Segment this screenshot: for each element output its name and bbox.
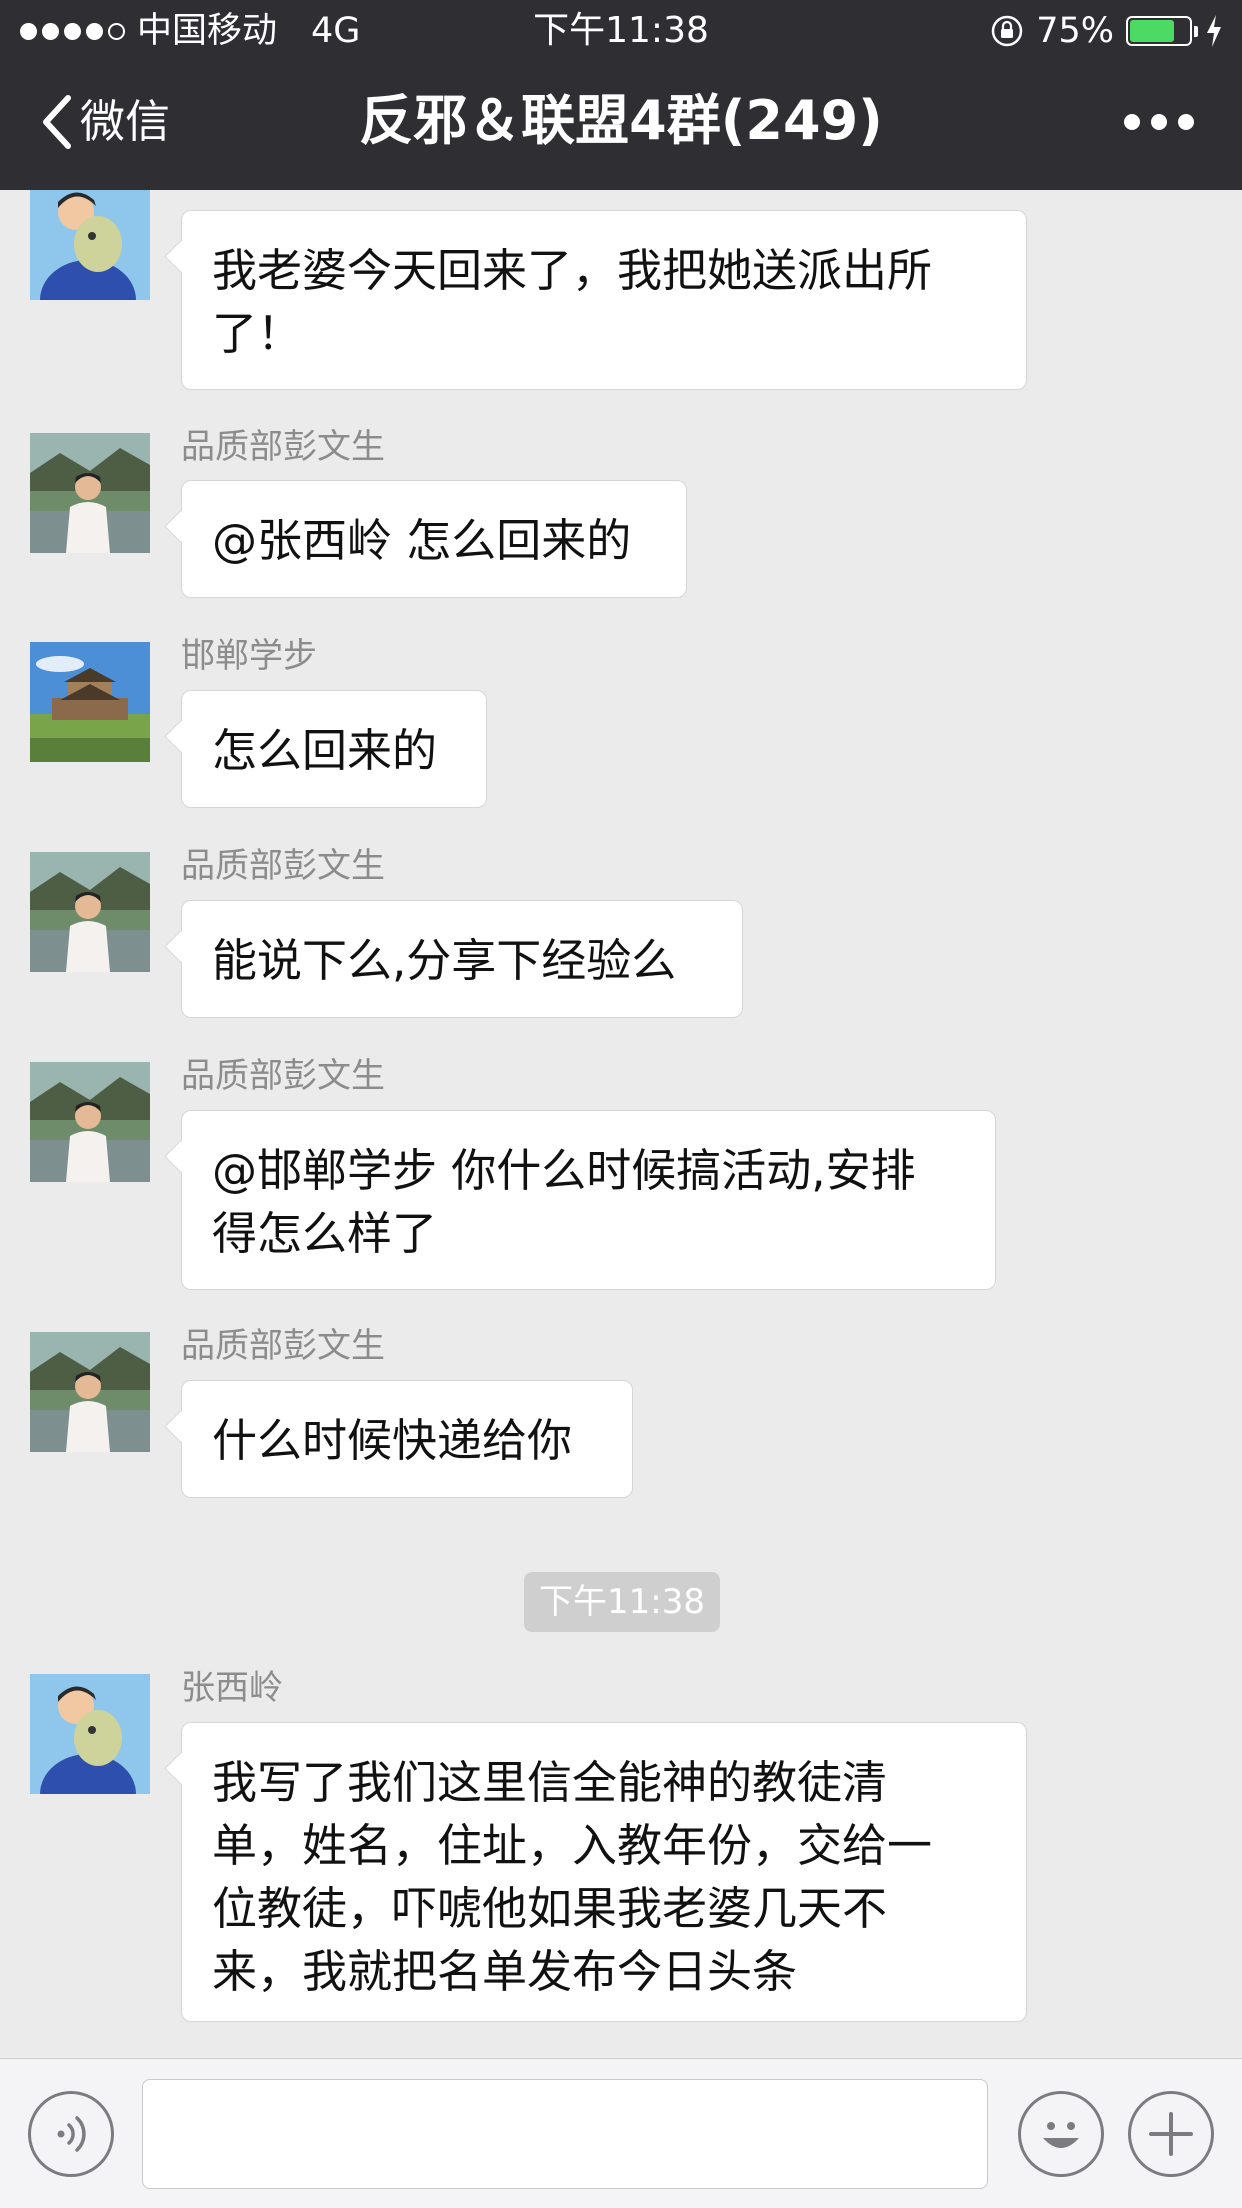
sender-name: 品质部彭文生 <box>181 846 385 886</box>
status-right: 75% <box>990 8 1224 54</box>
message-bubble[interactable]: 能说下么,分享下经验么 <box>181 900 743 1018</box>
message-bubble[interactable]: @张西岭 怎么回来的 <box>181 480 687 598</box>
timestamp-divider: 下午11:38 <box>524 1572 720 1632</box>
message-text-line: 我写了我们这里信全能神的教徒清 <box>212 1756 888 1809</box>
voice-icon <box>57 2116 86 2152</box>
plus-icon <box>1149 2112 1193 2156</box>
status-bar: 中国移动 4G 下午11:38 75% <box>0 0 1242 62</box>
message-text-line: 位教徒，吓唬他如果我老婆几天不 <box>212 1882 888 1935</box>
message-bubble[interactable]: @邯郸学步 你什么时候搞活动,安排 得怎么样了 <box>181 1110 996 1290</box>
sender-name: 品质部彭文生 <box>181 427 385 467</box>
rotation-lock-icon <box>991 15 1023 47</box>
message-bubble[interactable]: 什么时候快递给你 <box>181 1380 633 1498</box>
top-bar: 中国移动 4G 下午11:38 75% 微信 反邪＆联盟4群(249) <box>0 0 1242 190</box>
message-list[interactable]: 我老婆今天回来了，我把她送派出所 了！ 品质部彭文生 @张西岭 怎么回来的 邯郸… <box>0 190 1242 2058</box>
message-bubble[interactable]: 我写了我们这里信全能神的教徒清 单，姓名，住址，入教年份，交给一 位教徒，吓唬他… <box>181 1722 1027 2022</box>
battery-icon <box>1126 16 1198 46</box>
message-text-line: @张西岭 怎么回来的 <box>212 514 632 567</box>
avatar-child-with-dog[interactable] <box>30 1674 150 1794</box>
input-bar <box>0 2058 1242 2208</box>
chat-title: 反邪＆联盟4群(249) <box>359 89 883 152</box>
sender-name: 品质部彭文生 <box>181 1056 385 1096</box>
message-text-line: 单，姓名，住址，入教年份，交给一 <box>212 1819 933 1872</box>
battery-percent: 75% <box>1036 11 1114 51</box>
message-text-line: @邯郸学步 你什么时候搞活动,安排 <box>212 1144 916 1197</box>
message-text-line: 能说下么,分享下经验么 <box>212 934 677 987</box>
ellipsis-icon <box>1124 114 1140 130</box>
avatar-man-riverside[interactable] <box>30 433 150 553</box>
avatar-man-riverside[interactable] <box>30 1332 150 1452</box>
nav-bar: 微信 反邪＆联盟4群(249) <box>0 62 1242 190</box>
charging-bolt-icon <box>1207 15 1221 47</box>
message-text-line: 什么时候快递给你 <box>212 1414 573 1467</box>
sender-name: 邯郸学步 <box>181 636 317 676</box>
message-text-line: 得怎么样了 <box>212 1207 438 1260</box>
message-text-line: 来，我就把名单发布今日头条 <box>212 1945 798 1998</box>
avatar-child-with-dog[interactable] <box>30 190 150 300</box>
avatar-man-riverside[interactable] <box>30 1062 150 1182</box>
message-text-line: 我老婆今天回来了，我把她送派出所 <box>212 244 933 297</box>
message-text-line: 怎么回来的 <box>212 724 438 777</box>
avatar-man-riverside[interactable] <box>30 852 150 972</box>
emoji-icon <box>1043 2122 1079 2148</box>
message-bubble[interactable]: 我老婆今天回来了，我把她送派出所 了！ <box>181 210 1027 390</box>
voice-button[interactable] <box>28 2091 114 2177</box>
sender-name: 品质部彭文生 <box>181 1326 385 1366</box>
message-input[interactable] <box>142 2079 988 2189</box>
sender-name: 张西岭 <box>181 1668 283 1708</box>
emoji-button[interactable] <box>1018 2091 1104 2177</box>
plus-button[interactable] <box>1128 2091 1214 2177</box>
message-bubble[interactable]: 怎么回来的 <box>181 690 487 808</box>
message-text-line: 了！ <box>212 307 303 360</box>
more-button[interactable] <box>1124 114 1194 130</box>
avatar-tower-landscape[interactable] <box>30 642 150 762</box>
